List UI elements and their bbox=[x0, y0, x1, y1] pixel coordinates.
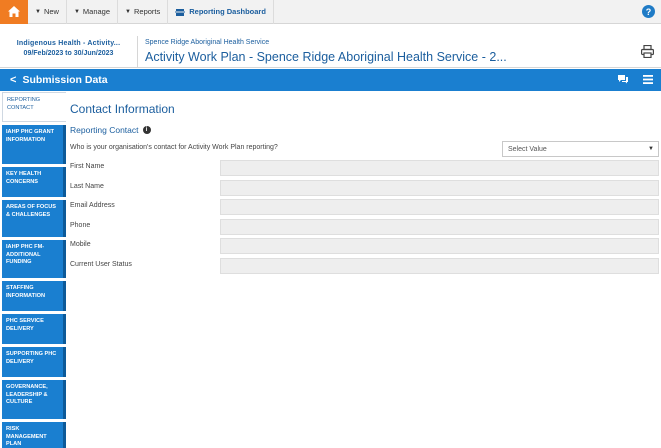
caret-down-icon: ▼ bbox=[125, 8, 131, 15]
dashboard-icon bbox=[175, 8, 186, 16]
sidebar-item-reporting-contact[interactable]: Reporting Contact bbox=[2, 92, 66, 122]
submission-data-title[interactable]: Submission Data bbox=[22, 74, 107, 86]
phone-label: Phone bbox=[70, 222, 91, 229]
first-name-row: First Name bbox=[70, 160, 659, 176]
contact-question-label: Who is your organisation's contact for A… bbox=[70, 144, 278, 151]
sidebar-item-governance[interactable]: Governance, Leadership & Culture bbox=[2, 380, 66, 419]
section-sidebar: Reporting Contact IAHP PHC Grant Informa… bbox=[0, 92, 66, 448]
contact-select[interactable]: Select Value ▼ bbox=[502, 141, 659, 157]
reporting-dashboard-label: Reporting Dashboard bbox=[189, 7, 266, 16]
top-menu-bar: ▼ New ▼ Manage ▼ Reports Reporting Dashboar… bbox=[0, 0, 661, 24]
subsection-title: Reporting Contact i bbox=[70, 125, 151, 135]
home-button[interactable] bbox=[0, 0, 28, 24]
hamburger-menu-icon[interactable] bbox=[643, 74, 653, 84]
print-icon[interactable] bbox=[641, 45, 654, 58]
last-name-field bbox=[220, 180, 659, 196]
menu-reports-label: Reports bbox=[133, 7, 161, 16]
contact-question-row: Who is your organisation's contact for A… bbox=[70, 141, 659, 157]
first-name-label: First Name bbox=[70, 163, 105, 170]
subsection-title-text: Reporting Contact bbox=[70, 125, 139, 135]
caret-down-icon: ▼ bbox=[648, 146, 654, 152]
back-chevron-icon[interactable]: < bbox=[10, 74, 16, 86]
last-name-row: Last Name bbox=[70, 180, 659, 196]
sidebar-item-areas-of-focus[interactable]: Areas of Focus & Challenges bbox=[2, 200, 66, 237]
sidebar-item-phc-service-delivery[interactable]: PHC Service Delivery bbox=[2, 314, 66, 344]
section-title: Contact Information bbox=[70, 102, 175, 116]
email-address-field bbox=[220, 199, 659, 215]
last-name-label: Last Name bbox=[70, 183, 104, 190]
contact-select-value: Select Value bbox=[508, 146, 547, 153]
current-user-status-field bbox=[220, 258, 659, 274]
caret-down-icon: ▼ bbox=[73, 8, 80, 15]
sidebar-item-risk-management-plan[interactable]: Risk Management Plan bbox=[2, 422, 66, 448]
email-address-row: Email Address bbox=[70, 199, 659, 215]
submission-data-bar: < Submission Data bbox=[0, 69, 661, 91]
sidebar-item-iahp-phc-grant-information[interactable]: IAHP PHC Grant Information bbox=[2, 125, 66, 164]
reporting-period: Indigenous Health - Activity... 09/Feb/2… bbox=[0, 36, 138, 68]
email-address-label: Email Address bbox=[70, 202, 115, 209]
form-title: Activity Work Plan - Spence Ridge Aborig… bbox=[145, 50, 507, 64]
menu-new[interactable]: ▼ New bbox=[28, 0, 67, 24]
menu-new-label: New bbox=[43, 7, 59, 16]
menu-manage-label: Manage bbox=[82, 7, 111, 16]
phone-row: Phone bbox=[70, 219, 659, 235]
first-name-field bbox=[220, 160, 659, 176]
mobile-label: Mobile bbox=[70, 241, 91, 248]
collection-name: Indigenous Health - Activity... bbox=[16, 40, 121, 47]
service-name: Spence Ridge Aboriginal Health Service bbox=[145, 39, 270, 46]
info-icon[interactable]: i bbox=[142, 126, 151, 134]
comments-icon[interactable] bbox=[617, 74, 629, 84]
submission-header: Indigenous Health - Activity... 09/Feb/2… bbox=[0, 36, 661, 68]
main-content: Contact Information Reporting Contact i … bbox=[66, 92, 661, 448]
sidebar-item-key-health-concerns[interactable]: Key Health Concerns bbox=[2, 167, 66, 197]
sidebar-item-additional-funding[interactable]: IAHP PHC FM- Additional Funding bbox=[2, 240, 66, 278]
mobile-row: Mobile bbox=[70, 238, 659, 254]
help-icon[interactable]: ? bbox=[642, 5, 655, 18]
phone-field bbox=[220, 219, 659, 235]
menu-reports[interactable]: ▼ Reports bbox=[118, 0, 169, 24]
reporting-dashboard-link[interactable]: Reporting Dashboard bbox=[168, 0, 274, 24]
current-user-status-label: Current User Status bbox=[70, 261, 132, 268]
sidebar-item-staffing-information[interactable]: Staffing Information bbox=[2, 281, 66, 311]
period-dates: 09/Feb/2023 to 30/Jun/2023 bbox=[23, 50, 114, 57]
current-user-status-row: Current User Status bbox=[70, 258, 659, 274]
home-icon bbox=[8, 6, 20, 17]
sidebar-item-supporting-phc-delivery[interactable]: Supporting PHC Delivery bbox=[2, 347, 66, 377]
menu-manage[interactable]: ▼ Manage bbox=[67, 0, 119, 24]
mobile-field bbox=[220, 238, 659, 254]
caret-down-icon: ▼ bbox=[35, 8, 41, 15]
